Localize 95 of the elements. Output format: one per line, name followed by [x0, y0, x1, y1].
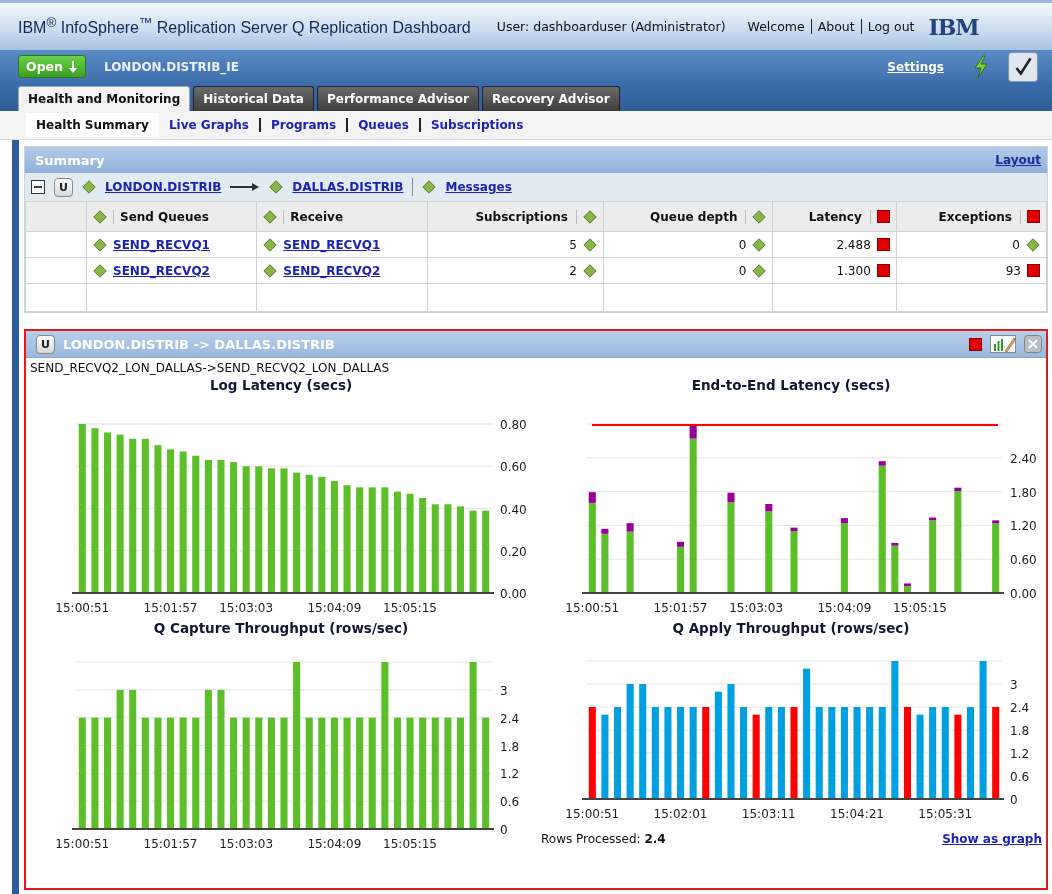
tick-label: 0.00 — [1010, 587, 1037, 601]
collapse-icon[interactable] — [31, 180, 45, 194]
panel-title: Summary — [35, 152, 105, 168]
tick-label: 1.2 — [500, 767, 520, 782]
user-label: User: dashboarduser (Administrator) — [496, 19, 726, 34]
server-label: LONDON.DISTRIB_IE — [103, 59, 239, 74]
layout-link[interactable]: Layout — [995, 153, 1041, 167]
target-link[interactable]: DALLAS.DISTRIB — [292, 180, 404, 194]
tick-label: 0.6 — [1010, 770, 1030, 784]
subtab[interactable]: Subscriptions — [418, 118, 534, 132]
logo: IBM — [928, 13, 979, 40]
tick-label: 0.60 — [1010, 553, 1037, 568]
tick-label: 0.00 — [500, 587, 527, 601]
tick-label: 2.4 — [1010, 701, 1030, 715]
tick-label: 15:04:09 — [817, 601, 872, 615]
tick-label: 15:05:15 — [383, 601, 437, 615]
tick-label: 15:00:51 — [565, 807, 620, 818]
tick-label: 1.8 — [1010, 724, 1030, 738]
source-link[interactable]: LONDON.DISTRIB — [105, 180, 222, 194]
messages-link[interactable]: Messages — [445, 180, 512, 194]
lightning-icon[interactable] — [972, 54, 990, 79]
tick-label: 15:03:11 — [741, 807, 796, 818]
tick-label: 0.20 — [500, 544, 527, 559]
chart-title: Q Apply Throughput (rows/sec) — [672, 620, 910, 636]
chart-title: End-to-End Latency (secs) — [691, 377, 891, 393]
u-button[interactable]: U — [54, 177, 73, 197]
tick-label: 15:04:21 — [830, 807, 884, 818]
table-cell: 0 — [1012, 237, 1020, 252]
subtab[interactable]: Live Graphs — [158, 118, 259, 132]
chart-title: Q Capture Throughput (rows/sec) — [153, 620, 409, 636]
column-header: Latency — [808, 209, 871, 224]
settings-link[interactable]: Settings — [887, 59, 944, 74]
table-cell: 0 — [738, 237, 747, 252]
tick-label: 15:00:51 — [55, 601, 110, 615]
queue-pair-label: SEND_RECVQ2_LON_DALLAS->SEND_RECVQ2_LON_DALLAS — [29, 360, 391, 375]
tab[interactable]: Recovery Advisor — [481, 86, 620, 111]
header-link[interactable]: Welcome — [747, 19, 811, 34]
tick-label: 2.40 — [1010, 451, 1037, 466]
tick-label: 15:05:31 — [918, 807, 973, 818]
show-as-graph-link[interactable]: Show as graph — [942, 832, 1042, 846]
column-header: Receive — [283, 209, 344, 224]
tick-label: 1.2 — [1010, 747, 1030, 761]
tick-label: 0.80 — [500, 418, 527, 432]
tab[interactable]: Health and Monitoring — [18, 86, 191, 111]
subtab[interactable]: Programs — [258, 118, 347, 132]
column-header: Send Queues — [113, 209, 209, 224]
tick-label: 0.40 — [500, 502, 527, 517]
tab[interactable]: Historical Data — [193, 86, 314, 111]
column-header: Queue depth — [650, 209, 747, 224]
tick-label: 3 — [1010, 678, 1018, 692]
tick-label: 15:01:57 — [653, 601, 708, 615]
arrow-down-icon — [67, 60, 78, 73]
tick-label: 0 — [500, 823, 508, 837]
tick-label: 0.6 — [500, 795, 520, 810]
tick-label: 0 — [1010, 793, 1018, 807]
tab[interactable]: Performance Advisor — [316, 86, 479, 111]
panel-title: LONDON.DISTRIB -> DALLAS.DISTRIB — [63, 336, 335, 352]
tick-label: 15:05:15 — [893, 601, 947, 615]
table-cell: 2 — [569, 263, 577, 278]
table-cell: 1.300 — [836, 263, 871, 278]
arrow-icon — [230, 182, 261, 192]
tick-label: 15:03:03 — [219, 837, 274, 851]
table-cell: 0 — [738, 263, 747, 278]
tick-label: 15:03:03 — [219, 601, 274, 615]
tick-label: 15:02:01 — [653, 807, 708, 818]
tick-label: 2.4 — [500, 711, 520, 726]
subtab[interactable]: Queues — [346, 118, 419, 132]
header-link[interactable]: About — [810, 19, 861, 34]
tick-label: 1.80 — [1010, 485, 1037, 500]
app-title: IBM$^{®}$ InfoSphere$^{™}$ Replication Server Q Replication Dashboard — [18, 15, 471, 38]
tick-label: 15:04:09 — [307, 601, 362, 615]
chart-title: Log Latency (secs) — [209, 377, 353, 393]
tick-label: 15:01:57 — [143, 601, 198, 615]
subtab[interactable]: Health Summary — [26, 113, 159, 137]
check-button[interactable] — [1008, 51, 1038, 82]
tick-label: 0.60 — [500, 460, 527, 475]
u-button[interactable]: U — [36, 334, 55, 354]
table-cell: 5 — [569, 237, 577, 252]
table-cell: 2.488 — [836, 237, 871, 252]
column-header: Subscriptions — [475, 209, 577, 224]
tick-label: 15:00:51 — [565, 601, 620, 615]
tick-label: 15:03:03 — [729, 601, 784, 615]
tick-label: 15:00:51 — [55, 837, 110, 851]
tick-label: 15:04:09 — [307, 837, 362, 851]
column-header: Exceptions — [938, 209, 1021, 224]
tick-label: 15:01:57 — [143, 837, 198, 851]
chart-edit-icon[interactable] — [990, 335, 1016, 353]
table-cell: 93 — [1005, 263, 1021, 278]
tick-label: 15:05:15 — [383, 837, 437, 851]
tick-label: 1.8 — [500, 739, 520, 754]
close-icon[interactable] — [1024, 335, 1042, 353]
rows-processed-label: Rows Processed: 2.4 — [541, 832, 667, 846]
tick-label: 3 — [500, 683, 508, 698]
header-link[interactable]: Log out — [860, 19, 921, 34]
tick-label: 1.20 — [1010, 519, 1037, 534]
